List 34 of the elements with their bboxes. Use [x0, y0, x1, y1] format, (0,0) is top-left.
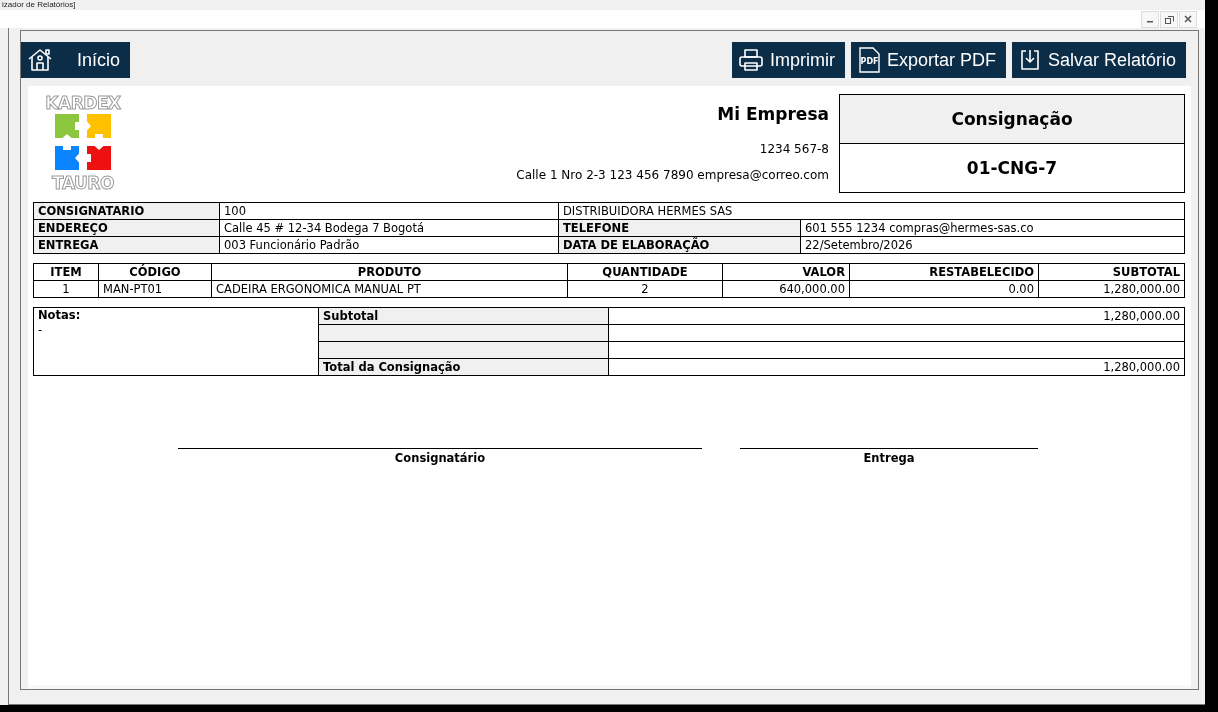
pdf-file-icon: PDF: [856, 47, 881, 73]
total-label: Subtotal: [318, 307, 609, 325]
field-label: CONSIGNATARIO: [33, 202, 220, 220]
column-header: VALOR: [722, 263, 850, 281]
company-name: Mi Empresa: [717, 104, 829, 124]
column-header: SUBTOTAL: [1038, 263, 1185, 281]
total-value: 1,280,000.00: [608, 307, 1185, 325]
printer-icon: [737, 48, 764, 72]
column-header: PRODUTO: [211, 263, 568, 281]
house-icon: [27, 48, 53, 72]
column-header: ITEM: [33, 263, 99, 281]
print-button[interactable]: Imprimir: [731, 42, 845, 78]
signature-line: Consignatário: [178, 448, 702, 465]
column-header: CÓDIGO: [98, 263, 212, 281]
column-header: QUANTIDADE: [567, 263, 723, 281]
field-value: DISTRIBUIDORA HERMES SAS: [558, 202, 1185, 220]
home-button[interactable]: Início: [21, 42, 131, 78]
restore-icon: [1164, 14, 1174, 24]
save-button[interactable]: Salvar Relatório: [1011, 42, 1186, 78]
restore-button[interactable]: [1160, 10, 1178, 28]
notes-label: Notas:: [38, 308, 82, 323]
notes-text: -: [38, 323, 44, 338]
signature-line: Entrega: [740, 448, 1038, 465]
window-title: izador de Relatórios]: [1, 0, 77, 10]
company-id: 1234 567-8: [759, 142, 829, 156]
logo-text: KARDEX: [45, 94, 121, 112]
document-type: Consignação: [840, 95, 1184, 143]
close-button[interactable]: [1179, 10, 1197, 28]
logo-text: TAURO: [52, 174, 114, 192]
close-icon: [1184, 15, 1192, 23]
pdf-button[interactable]: PDF Exportar PDF: [850, 42, 1006, 78]
field-value: 100: [219, 202, 559, 220]
company-contact: Calle 1 Nro 2-3 123 456 7890 empresa@correo.com: [516, 168, 829, 182]
column-header: RESTABELECIDO: [849, 263, 1039, 281]
